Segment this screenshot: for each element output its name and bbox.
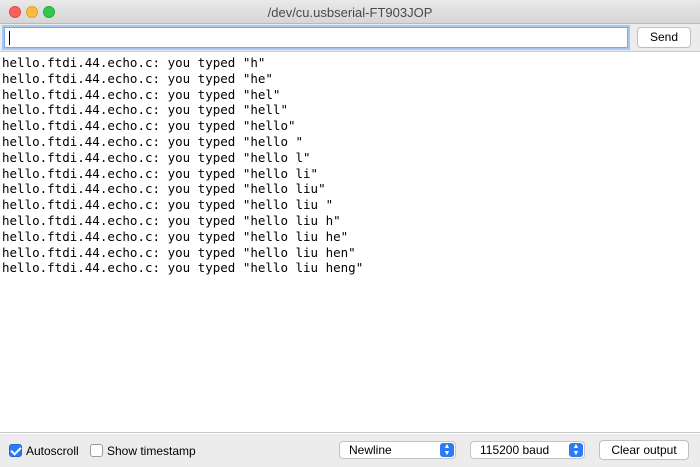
serial-output[interactable]: hello.ftdi.44.echo.c: you typed "h" hello… [0,51,700,433]
bottom-bar: Autoscroll Show timestamp Newline ▲ ▼ 115… [0,434,700,467]
send-button[interactable]: Send [637,27,691,48]
clear-output-button[interactable]: Clear output [599,440,689,460]
output-line: hello.ftdi.44.echo.c: you typed "hello l… [2,228,349,244]
output-line: hello.ftdi.44.echo.c: you typed "hello" [2,118,296,134]
output-line: hello.ftdi.44.echo.c: you typed "he" [2,70,273,86]
send-toolbar: Send [0,24,700,51]
chevron-updown-icon: ▲ ▼ [569,443,583,457]
line-ending-value: Newline [349,443,392,457]
autoscroll-checkbox[interactable] [9,444,22,457]
output-line: hello.ftdi.44.echo.c: you typed "hello l… [2,149,311,165]
baud-rate-value: 115200 baud [480,443,550,457]
output-line: hello.ftdi.44.echo.c: you typed "hello l… [2,181,326,197]
autoscroll-label[interactable]: Autoscroll [26,444,79,458]
output-line: hello.ftdi.44.echo.c: you typed "hel" [2,86,281,102]
serial-input[interactable] [4,27,628,48]
title-bar: /dev/cu.usbserial-FT903JOP [0,0,700,24]
show-timestamp-label[interactable]: Show timestamp [107,444,196,458]
output-line: hello.ftdi.44.echo.c: you typed "hello l… [2,197,334,213]
line-ending-select[interactable]: Newline ▲ ▼ [339,441,456,459]
output-line: hello.ftdi.44.echo.c: you typed "hello l… [2,244,356,260]
baud-rate-select[interactable]: 115200 baud ▲ ▼ [470,441,585,459]
show-timestamp-checkbox[interactable] [90,444,103,457]
output-line: hello.ftdi.44.echo.c: you typed "hello l… [2,213,341,228]
text-caret [9,31,10,45]
window-title: /dev/cu.usbserial-FT903JOP [267,5,433,20]
output-line: hello.ftdi.44.echo.c: you typed "h" [2,55,266,70]
output-line: hello.ftdi.44.echo.c: you typed "hello l… [2,260,364,276]
output-line: hello.ftdi.44.echo.c: you typed "hello " [2,134,304,149]
output-line: hello.ftdi.44.echo.c: you typed "hello l… [2,165,319,181]
output-line: hello.ftdi.44.echo.c: you typed "hell" [2,102,288,118]
chevron-updown-icon: ▲ ▼ [440,443,454,457]
